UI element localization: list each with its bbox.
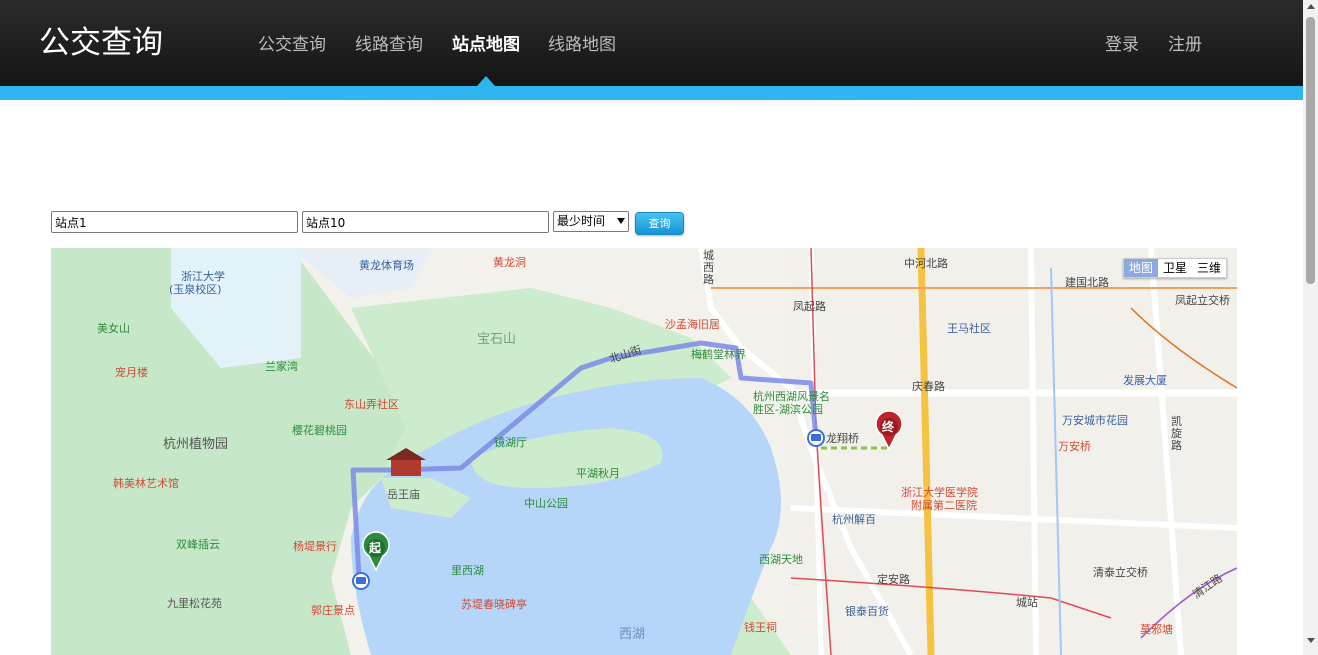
bus-glyph-icon <box>811 434 821 441</box>
map-label[interactable]: 杭州植物园 <box>163 438 228 451</box>
end-marker-label: 终 <box>882 420 895 434</box>
map-label[interactable]: 西湖天地 <box>759 553 803 566</box>
map-label[interactable]: 万安桥 <box>1058 440 1091 453</box>
map-label[interactable]: 樱花碧桃园 <box>292 424 347 437</box>
active-nav-indicator <box>477 76 495 86</box>
accent-bar <box>0 86 1303 100</box>
map-label: 城西路 <box>703 249 714 286</box>
map-label[interactable]: 梅鹤堂林界 <box>691 348 746 361</box>
map-label[interactable]: 平湖秋月 <box>576 467 620 480</box>
map-label[interactable]: 双峰插云 <box>176 538 220 551</box>
page: 公交查询 公交查询 线路查询 站点地图 线路地图 登录 注册 最少时间 查询 <box>0 0 1303 655</box>
map-label: 西湖 <box>619 627 646 642</box>
chevron-down-icon <box>617 218 625 224</box>
bus-glyph-icon <box>356 577 366 584</box>
map-label: 凤起立交桥 <box>1175 294 1230 307</box>
map-label: (玉泉校区) <box>169 283 222 296</box>
map-label[interactable]: 万安城市花园 <box>1062 414 1128 427</box>
map-label[interactable]: 银泰百货 <box>845 605 889 618</box>
map-label[interactable]: 黄龙体育场 <box>359 259 414 272</box>
map-label[interactable]: 龙翔桥 <box>826 432 859 445</box>
map-label[interactable]: 莫邪塘 <box>1140 623 1173 636</box>
scroll-thumb[interactable] <box>1306 17 1315 284</box>
map-label: 建国北路 <box>1065 276 1109 289</box>
brand-title[interactable]: 公交查询 <box>39 24 163 62</box>
map-label[interactable]: 浙江大学 <box>181 270 225 283</box>
map-canvas[interactable]: 起 终 黄龙体育场 黄龙洞 浙江大学 (玉泉校区) 美女山 宝石山 沙孟海旧居 … <box>51 248 1237 655</box>
nav-line-query[interactable]: 线路查询 <box>355 33 423 57</box>
top-navbar: 公交查询 公交查询 线路查询 站点地图 线路地图 登录 注册 <box>0 0 1303 86</box>
login-link[interactable]: 登录 <box>1105 33 1139 57</box>
route-mode-select[interactable]: 最少时间 <box>553 211 629 232</box>
map-label: 清泰立交桥 <box>1093 566 1148 579</box>
nav-station-map[interactable]: 站点地图 <box>452 33 520 57</box>
map-label[interactable]: 韩美林艺术馆 <box>113 477 179 490</box>
map-label[interactable]: 城站 <box>1016 596 1038 609</box>
map-type-normal[interactable]: 地图 <box>1123 259 1158 277</box>
scroll-up-icon[interactable] <box>1307 4 1315 9</box>
map-label[interactable]: 沙孟海旧居 <box>665 318 720 331</box>
map-label: 宝石山 <box>477 332 517 347</box>
map-label[interactable]: 中山公园 <box>524 497 568 510</box>
map-label[interactable]: 镜湖厅 <box>494 436 527 449</box>
map-label: 胜区-湖滨公园 <box>753 403 823 416</box>
map-label: 附属第二医院 <box>911 499 977 512</box>
map-label[interactable]: 东山弄社区 <box>344 398 399 411</box>
from-station-input[interactable] <box>51 211 298 233</box>
map-label: 中河北路 <box>904 257 948 270</box>
map-label[interactable]: 兰家湾 <box>265 360 298 373</box>
map-label[interactable]: 美女山 <box>97 322 130 335</box>
map-label[interactable]: 发展大厦 <box>1123 374 1167 387</box>
map-label: 凯旋路 <box>1171 415 1182 452</box>
map-label[interactable]: 岳王庙 <box>387 488 420 501</box>
map-label[interactable]: 浙江大学医学院 <box>901 486 978 499</box>
map-label[interactable]: 郭庄景点 <box>311 604 355 617</box>
map-label: 庆春路 <box>912 380 945 393</box>
query-button[interactable]: 查询 <box>635 212 684 235</box>
map-label[interactable]: 里西湖 <box>451 564 484 577</box>
map-type-switcher: 地图 卫星 三维 <box>1122 258 1227 278</box>
start-marker-label: 起 <box>369 541 382 555</box>
map-label[interactable]: 九里松花苑 <box>167 597 222 610</box>
route-mode-value: 最少时间 <box>557 214 606 228</box>
map-label[interactable]: 钱王祠 <box>744 621 777 634</box>
map-label[interactable]: 定安路 <box>877 573 910 586</box>
to-station-input[interactable] <box>302 211 549 233</box>
header-shadow <box>100 100 1100 134</box>
nav-bus-query[interactable]: 公交查询 <box>258 33 326 57</box>
map-label[interactable]: 杭州西湖风景名 <box>753 390 830 403</box>
map-label[interactable]: 杭州解百 <box>832 513 876 526</box>
map-label[interactable]: 宠月楼 <box>115 366 148 379</box>
map-label[interactable]: 王马社区 <box>947 322 991 335</box>
map-label[interactable]: 杨堤景行 <box>293 540 337 553</box>
page-scrollbar[interactable] <box>1303 0 1318 655</box>
register-link[interactable]: 注册 <box>1168 33 1202 57</box>
map-type-satellite[interactable]: 卫星 <box>1158 259 1192 277</box>
map-label[interactable]: 黄龙洞 <box>493 256 526 269</box>
nav-line-map[interactable]: 线路地图 <box>548 33 616 57</box>
map-type-3d[interactable]: 三维 <box>1192 259 1226 277</box>
map-label[interactable]: 苏堤春晓碑亭 <box>461 598 527 611</box>
map-label: 凤起路 <box>793 300 826 313</box>
scroll-down-icon[interactable] <box>1307 638 1315 643</box>
